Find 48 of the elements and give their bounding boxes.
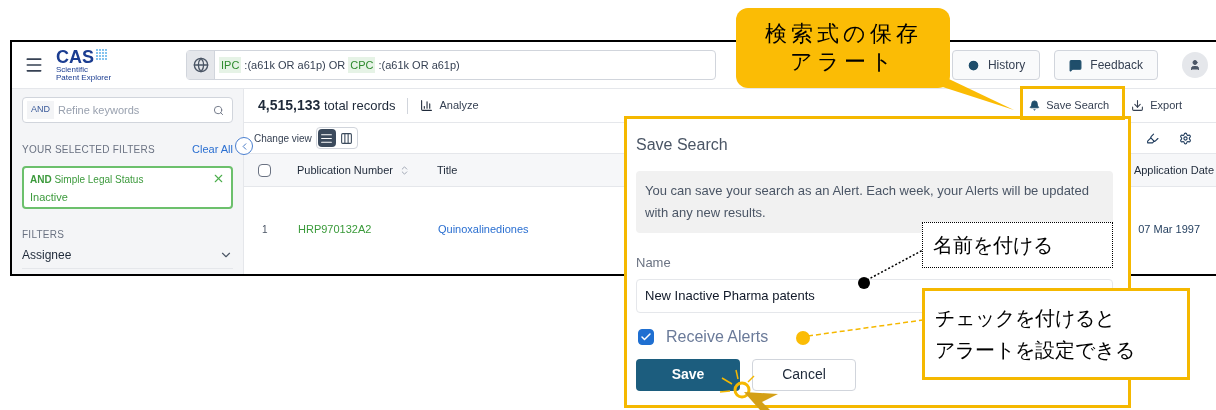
section-heading: FILTERS (22, 227, 66, 242)
record-count: 4,515,133 total records (258, 96, 396, 115)
column-header[interactable]: Application Date (1133, 161, 1214, 179)
list-view-button[interactable] (317, 129, 336, 147)
refine-field[interactable]: AND Refine keywords (22, 97, 233, 123)
menu-icon[interactable] (24, 55, 44, 75)
chip-label: AND Simple Legal Status (30, 172, 144, 187)
receive-alerts-checkbox[interactable] (638, 328, 654, 345)
callout-tooltip: 名前を付ける (922, 222, 1113, 268)
history-button[interactable]: History (951, 50, 1041, 80)
analyze-button[interactable]: Analyze (420, 97, 479, 114)
refine-input[interactable]: Refine keywords (58, 101, 213, 119)
leader-line (857, 248, 925, 290)
avatar[interactable] (1182, 52, 1208, 78)
section-heading: YOUR SELECTED FILTERS (22, 142, 155, 157)
check-icon (640, 330, 652, 343)
save-button[interactable]: Save (636, 358, 740, 391)
export-button[interactable]: Export (1131, 97, 1182, 114)
bell-icon (1029, 100, 1041, 111)
receive-alerts-label: Receive Alerts (666, 326, 769, 347)
name-label: Name (636, 254, 672, 272)
feedback-button[interactable]: Feedback (1054, 50, 1158, 80)
operator-label: AND (27, 101, 54, 119)
column-header[interactable]: Publication Number (297, 161, 437, 179)
person-icon (1189, 59, 1201, 71)
search-icon[interactable] (213, 104, 224, 116)
row-number: 1 (262, 222, 269, 237)
settings-icon[interactable] (1179, 131, 1192, 145)
chat-icon (1069, 58, 1083, 72)
chip-value: Inactive (30, 189, 69, 205)
list-icon (320, 131, 334, 145)
dialog-title: Save Search (636, 135, 729, 155)
callout-tooltip: チェックを付けると アラートを設定できる (922, 288, 1190, 380)
info-message: You can save your search as an Alert. Each week, your Alerts will be updated with any new results. (636, 171, 1113, 233)
logo: CAS Scientific Patent Explorer (56, 48, 113, 82)
bar-chart-icon (420, 99, 434, 112)
cancel-button[interactable]: Cancel (752, 358, 856, 391)
change-view-label: Change view (254, 131, 312, 146)
filter-item[interactable]: Assignee (22, 245, 233, 269)
select-all-checkbox[interactable] (258, 163, 271, 177)
table-cell-text: 07 Mar 1997 (1138, 221, 1200, 237)
download-icon (1131, 99, 1145, 112)
publication-number-link[interactable]: HRP970132A2 (298, 220, 438, 238)
highlighter-icon[interactable] (1146, 131, 1159, 145)
save-search-button[interactable]: Save Search (1029, 97, 1110, 114)
clear-all-link[interactable]: Clear All (192, 141, 233, 158)
collapse-button[interactable] (235, 137, 253, 155)
columns-icon (340, 131, 354, 145)
